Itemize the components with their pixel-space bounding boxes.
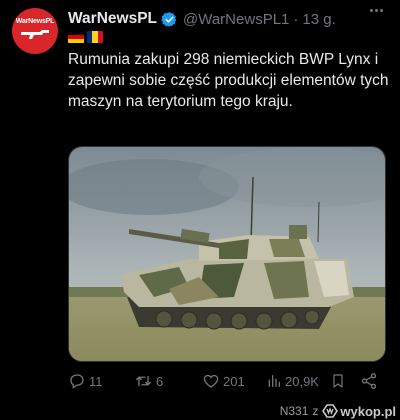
repost-button[interactable]: 6 bbox=[134, 372, 163, 390]
repost-icon bbox=[136, 375, 151, 387]
views-chart-icon bbox=[268, 375, 280, 387]
avatar-brand-text: WarNewsPL bbox=[15, 18, 55, 25]
verified-badge-icon bbox=[161, 11, 178, 28]
author-name[interactable]: WarNewsPL bbox=[68, 10, 157, 28]
share-icon bbox=[361, 373, 377, 389]
header-separator: · bbox=[293, 10, 299, 28]
views-button[interactable]: 20,9K bbox=[266, 372, 319, 390]
wykop-logo: wykop.pl bbox=[322, 404, 396, 419]
views-count: 20,9K bbox=[285, 373, 319, 389]
tank-photo-icon bbox=[69, 147, 385, 361]
tweet-time[interactable]: 13 g. bbox=[302, 11, 335, 28]
reply-icon bbox=[70, 374, 84, 389]
heart-icon bbox=[203, 374, 219, 388]
watermark-user: N331 bbox=[279, 404, 309, 418]
avatar[interactable]: WarNewsPL bbox=[12, 8, 58, 54]
reply-button[interactable]: 11 bbox=[68, 372, 103, 390]
tweet[interactable]: WarNewsPL WarNewsPL @WarNewsPL1 · 13 g. … bbox=[0, 0, 400, 400]
watermark-separator: z bbox=[312, 404, 319, 418]
flags bbox=[68, 31, 103, 43]
tweet-header: WarNewsPL @WarNewsPL1 · 13 g. bbox=[68, 8, 336, 30]
reply-count: 11 bbox=[89, 373, 103, 389]
tweet-media[interactable] bbox=[68, 146, 386, 362]
like-button[interactable]: 201 bbox=[202, 372, 245, 390]
germany-flag-icon bbox=[68, 31, 84, 43]
rifle-icon bbox=[21, 30, 49, 39]
bookmark-icon bbox=[333, 374, 343, 388]
romania-flag-icon bbox=[87, 31, 103, 43]
repost-count: 6 bbox=[156, 373, 164, 389]
bookmark-button[interactable] bbox=[330, 372, 346, 390]
author-handle[interactable]: @WarNewsPL1 bbox=[183, 11, 289, 28]
more-options-icon[interactable] bbox=[370, 9, 383, 12]
share-button[interactable] bbox=[360, 372, 378, 390]
wykop-logo-icon bbox=[322, 404, 339, 418]
tweet-text: Rumunia zakupi 298 niemieckich BWP Lynx … bbox=[68, 51, 389, 110]
tweet-actions: 11 6 201 20,9K bbox=[68, 372, 388, 392]
like-count: 201 bbox=[223, 373, 245, 389]
watermark-site: wykop.pl bbox=[340, 403, 396, 419]
watermark: N331 z wykop.pl bbox=[280, 402, 396, 420]
